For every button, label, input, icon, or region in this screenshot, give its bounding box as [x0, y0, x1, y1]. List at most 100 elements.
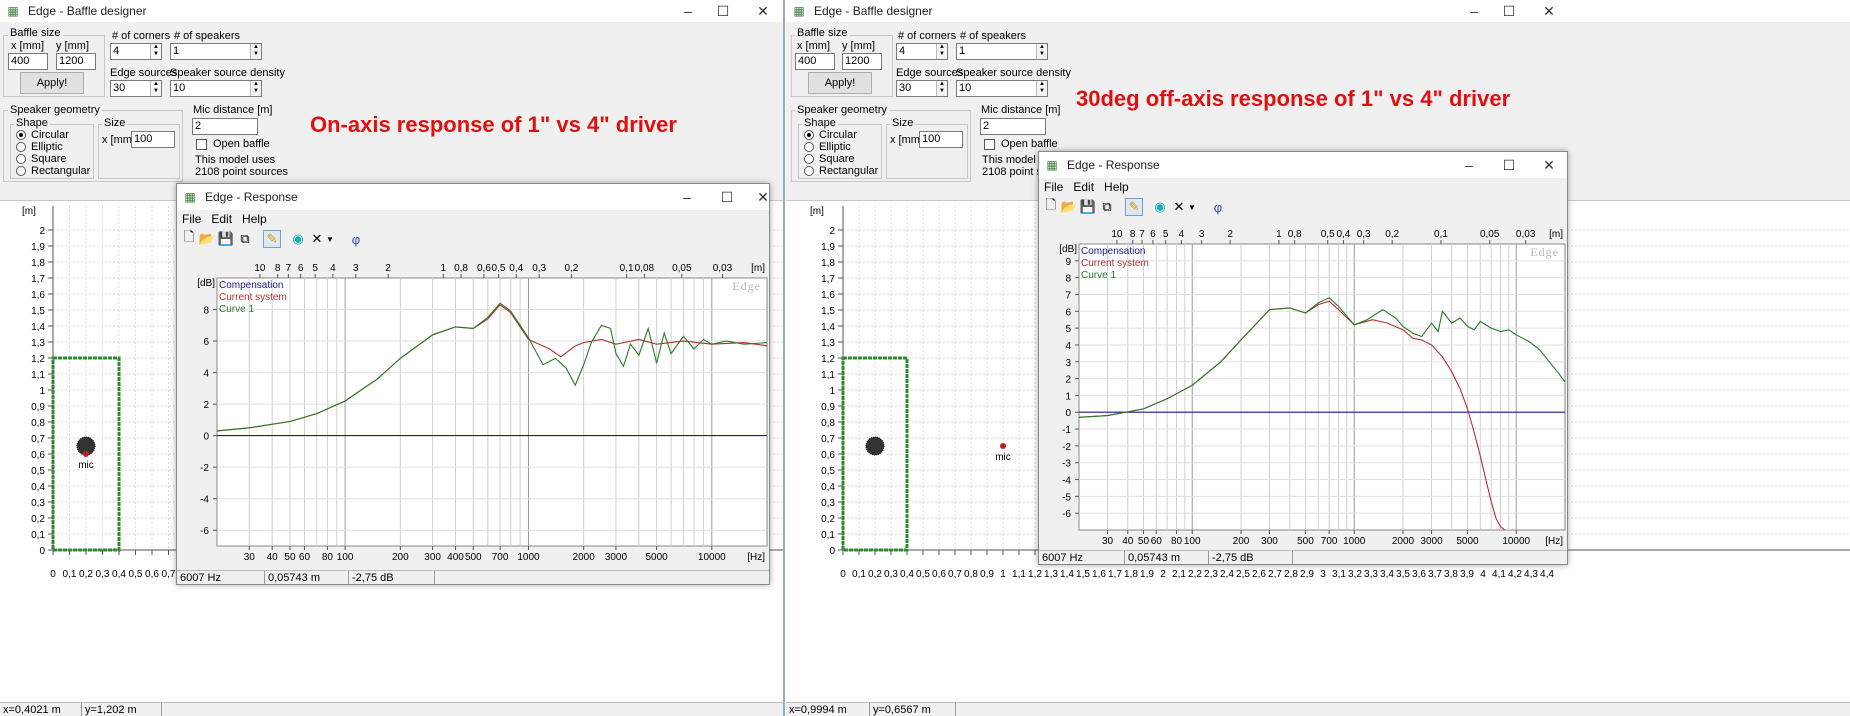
- minimize-icon[interactable]: –: [668, 0, 708, 22]
- spinner-arrows-icon[interactable]: ▲ ▼: [1036, 44, 1047, 59]
- menu-file[interactable]: File: [1039, 178, 1068, 196]
- maximize-icon[interactable]: ☐: [1489, 0, 1529, 22]
- edge-sources-spinner[interactable]: 30 ▲ ▼: [896, 80, 948, 97]
- size-x-input[interactable]: 100: [919, 131, 963, 148]
- radio-dot[interactable]: [804, 130, 814, 140]
- radio-circular[interactable]: Circular: [16, 129, 69, 141]
- menu-edit[interactable]: Edit: [206, 210, 237, 228]
- copy-icon[interactable]: ⧉: [1098, 198, 1116, 216]
- apply-button[interactable]: Apply!: [808, 72, 872, 94]
- top-tick-label: 0,4: [1336, 229, 1350, 240]
- dropdown-arrow-icon[interactable]: ▼: [1187, 198, 1197, 216]
- mic-distance-input[interactable]: 2: [192, 118, 258, 135]
- radio-dot[interactable]: [16, 142, 26, 152]
- maximize-icon[interactable]: ☐: [707, 184, 747, 210]
- corners-spinner[interactable]: 4 ▲ ▼: [110, 43, 162, 60]
- menu-help[interactable]: Help: [1099, 178, 1134, 196]
- corners-spinner[interactable]: 4 ▲ ▼: [896, 43, 948, 60]
- open-folder-icon[interactable]: 📂: [1060, 198, 1078, 216]
- phase-icon[interactable]: φ: [1209, 198, 1227, 216]
- top-tick-label: 0,6: [477, 263, 491, 274]
- dropdown-arrow-icon[interactable]: ▼: [325, 230, 335, 248]
- new-file-icon[interactable]: 🗋: [180, 229, 198, 248]
- minimize-icon[interactable]: –: [667, 184, 707, 210]
- spinner-arrows-icon[interactable]: ▲ ▼: [1036, 81, 1047, 96]
- radio-dot[interactable]: [16, 154, 26, 164]
- x-tick-label: 700: [492, 552, 509, 563]
- baffle-x-input[interactable]: 400: [8, 53, 48, 70]
- new-file-icon[interactable]: 🗋: [1042, 197, 1060, 216]
- x-tick-label: 2000: [1392, 536, 1415, 547]
- radio-elliptic[interactable]: Elliptic: [16, 141, 63, 153]
- spinner-arrows-icon[interactable]: ▲ ▼: [250, 81, 261, 96]
- spinner-arrows-icon[interactable]: ▲ ▼: [936, 44, 947, 59]
- density-spinner[interactable]: 10 ▲ ▼: [956, 80, 1048, 97]
- phase-icon[interactable]: φ: [347, 230, 365, 248]
- status-x: x=0,4021 m: [0, 703, 82, 716]
- edge-sources-spinner[interactable]: 30 ▲ ▼: [110, 80, 162, 97]
- x-tick-label: 3,4: [1380, 569, 1394, 580]
- menu-help[interactable]: Help: [237, 210, 272, 228]
- title-bar: ▦ Edge - Baffle designer – ☐ ✕: [786, 0, 1850, 22]
- close-icon[interactable]: ✕: [1529, 0, 1569, 22]
- delete-icon[interactable]: ✕: [308, 230, 326, 248]
- spinner-arrows-icon[interactable]: ▲ ▼: [150, 81, 161, 96]
- y-tick-label: 1,8: [31, 258, 45, 269]
- radio-elliptic[interactable]: Elliptic: [804, 141, 851, 153]
- radio-circular[interactable]: Circular: [804, 129, 857, 141]
- y-tick-label: 0,3: [821, 498, 835, 509]
- menu-edit[interactable]: Edit: [1068, 178, 1099, 196]
- open-baffle-checkbox[interactable]: Open baffle: [984, 138, 1058, 150]
- speakers-spinner[interactable]: 1 ▲ ▼: [956, 43, 1048, 60]
- top-axis-label: [m]: [751, 263, 765, 274]
- radio-square[interactable]: Square: [804, 153, 854, 165]
- minimize-icon[interactable]: –: [1454, 0, 1494, 22]
- density-spinner[interactable]: 10 ▲ ▼: [170, 80, 262, 97]
- x-tick-label: 1,7: [1108, 569, 1122, 580]
- speaker-driver: [865, 436, 885, 456]
- menu-file[interactable]: File: [177, 210, 206, 228]
- response-plot[interactable]: 86420-2-4-6[dB]30 40 50 60 80 100 200 300 400 500…: [177, 250, 770, 570]
- close-icon[interactable]: ✕: [1529, 152, 1567, 178]
- spinner-arrows-icon[interactable]: ▲ ▼: [250, 44, 261, 59]
- spinner-arrows-icon[interactable]: ▲ ▼: [150, 44, 161, 59]
- speakers-spinner[interactable]: 1 ▲ ▼: [170, 43, 262, 60]
- globe-icon[interactable]: ◉: [1151, 198, 1169, 216]
- mic-distance-input[interactable]: 2: [980, 118, 1046, 135]
- maximize-icon[interactable]: ☐: [703, 0, 743, 22]
- radio-square[interactable]: Square: [16, 153, 66, 165]
- response-plot[interactable]: 9876543210-1-2-3-4-5-6[dB]30 40 50 60 80 100 2…: [1039, 218, 1568, 550]
- baffle-x-input[interactable]: 400: [795, 53, 835, 70]
- open-folder-icon[interactable]: 📂: [198, 230, 216, 248]
- baffle-y-input[interactable]: 1200: [56, 53, 96, 70]
- maximize-icon[interactable]: ☐: [1489, 152, 1529, 178]
- close-icon[interactable]: ✕: [743, 184, 769, 210]
- size-x-input[interactable]: 100: [131, 131, 175, 148]
- delete-icon[interactable]: ✕: [1170, 198, 1188, 216]
- radio-rectangular[interactable]: Rectangular: [804, 165, 878, 177]
- close-icon[interactable]: ✕: [743, 0, 783, 22]
- checkbox-box[interactable]: [984, 138, 995, 150]
- radio-rectangular[interactable]: Rectangular: [16, 165, 90, 177]
- radio-dot[interactable]: [804, 166, 814, 176]
- spinner-arrows-icon[interactable]: ▲ ▼: [936, 81, 947, 96]
- open-baffle-checkbox[interactable]: Open baffle: [196, 138, 270, 150]
- globe-icon[interactable]: ◉: [289, 230, 307, 248]
- shape-label: Shape: [802, 117, 838, 129]
- save-icon[interactable]: 💾: [1079, 198, 1097, 216]
- copy-icon[interactable]: ⧉: [236, 230, 254, 248]
- checkbox-box[interactable]: [196, 138, 207, 150]
- model-info-line2: 2108 point sources: [195, 166, 288, 178]
- top-tick-label: 0,2: [1385, 229, 1399, 240]
- radio-dot[interactable]: [804, 154, 814, 164]
- radio-dot[interactable]: [16, 130, 26, 140]
- apply-button[interactable]: Apply!: [20, 72, 84, 94]
- draw-curve-icon[interactable]: ✎: [263, 230, 281, 248]
- baffle-y-input[interactable]: 1200: [842, 53, 882, 70]
- radio-dot[interactable]: [804, 142, 814, 152]
- radio-label: Circular: [819, 129, 857, 141]
- draw-curve-icon[interactable]: ✎: [1125, 198, 1143, 216]
- radio-dot[interactable]: [16, 166, 26, 176]
- minimize-icon[interactable]: –: [1449, 152, 1489, 178]
- save-icon[interactable]: 💾: [217, 230, 235, 248]
